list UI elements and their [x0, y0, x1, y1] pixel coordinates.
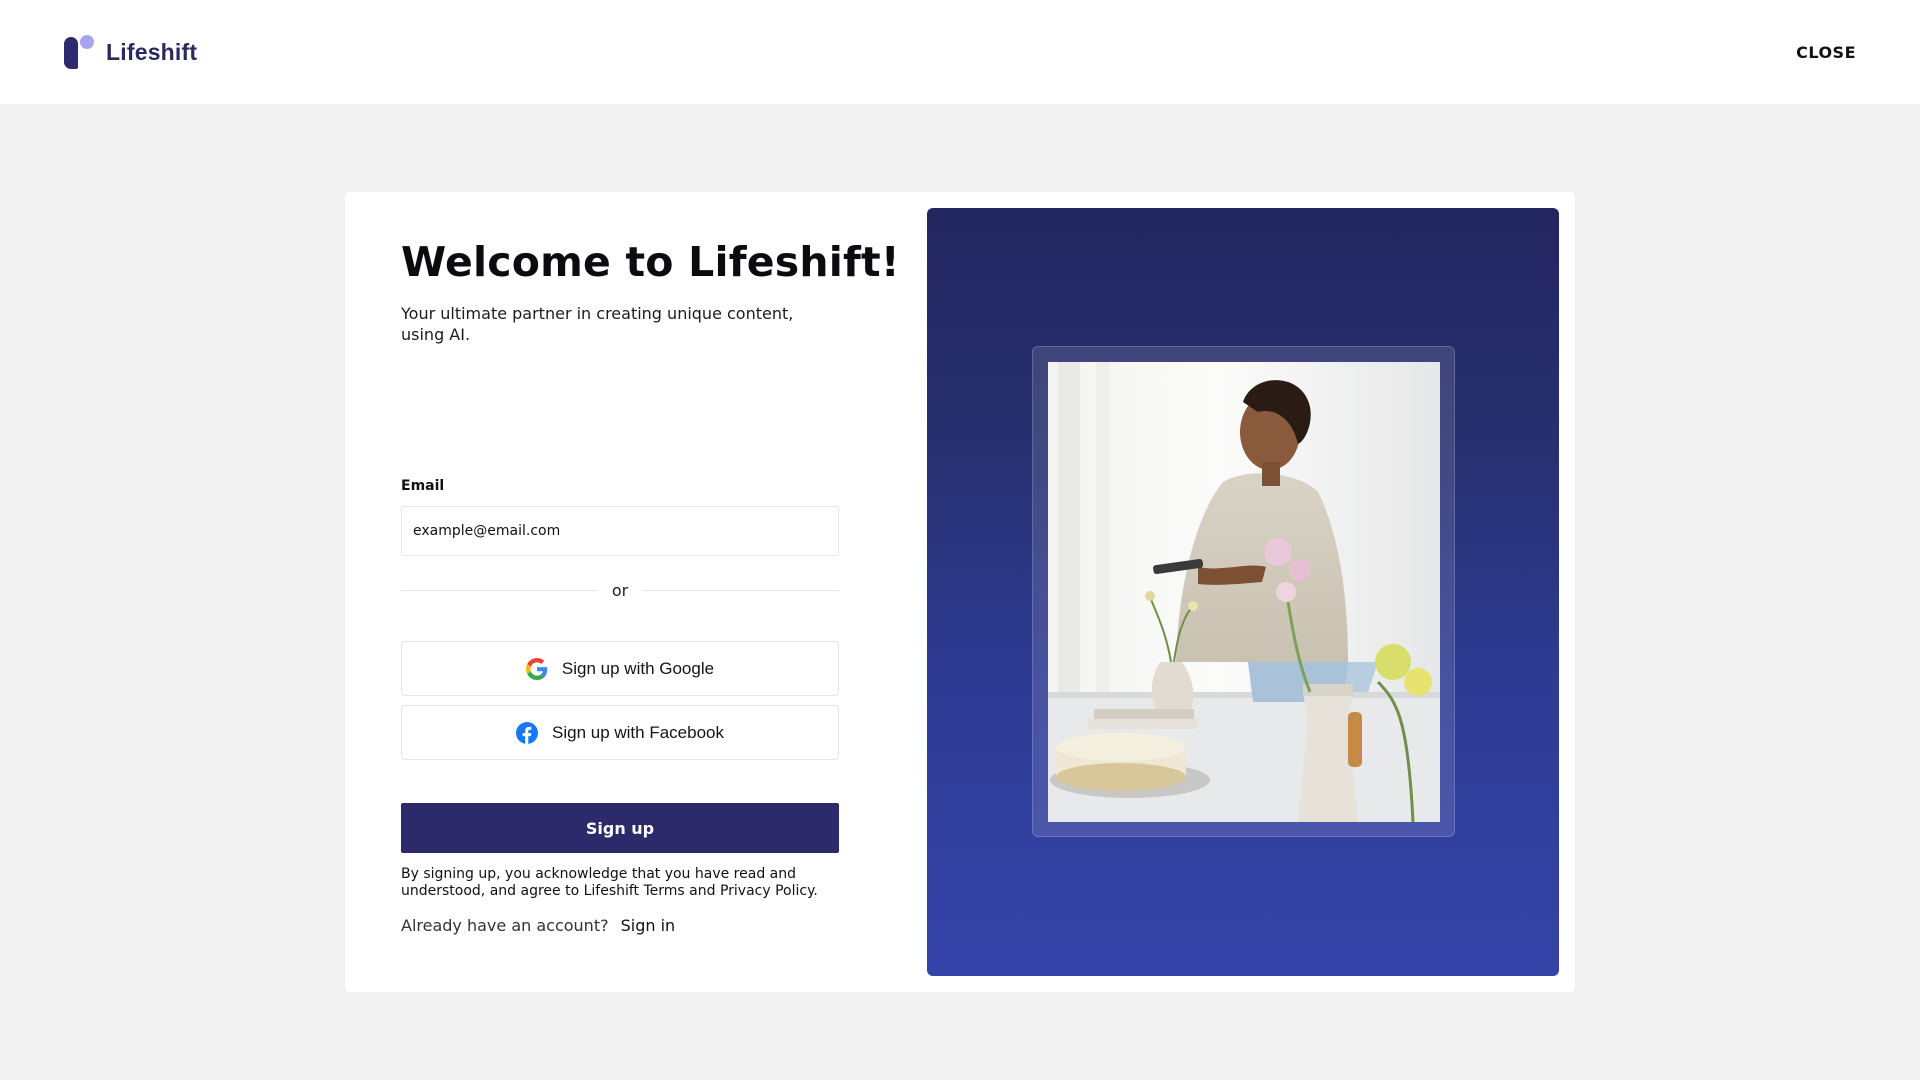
- email-field[interactable]: [401, 506, 839, 556]
- hero-photo: [1048, 362, 1440, 822]
- lifeshift-logo-icon: [64, 34, 96, 70]
- facebook-signup-button[interactable]: Sign up with Facebook: [401, 705, 839, 760]
- signin-prompt: Already have an account?: [401, 916, 609, 935]
- signin-link[interactable]: Sign in: [621, 916, 676, 935]
- brand-name: Lifeshift: [106, 38, 198, 65]
- hero-photo-frame: [1032, 346, 1455, 837]
- signin-row: Already have an account? Sign in: [401, 916, 675, 935]
- google-signup-label: Sign up with Google: [561, 658, 715, 678]
- facebook-signup-label: Sign up with Facebook: [552, 722, 724, 742]
- email-label: Email: [401, 478, 445, 494]
- divider-line-left: [401, 589, 598, 591]
- top-bar: Lifeshift CLOSE: [0, 0, 1920, 104]
- divider-text: or: [611, 580, 629, 600]
- page-title: Welcome to Lifeshift!: [401, 238, 900, 286]
- signup-button[interactable]: Sign up: [401, 803, 839, 853]
- page-subtitle: Your ultimate partner in creating unique…: [401, 304, 794, 344]
- legal-notice: By signing up, you acknowledge that you …: [401, 866, 818, 899]
- signup-card: Welcome to Lifeshift! Your ultimate part…: [345, 192, 1575, 992]
- google-icon: [525, 657, 548, 680]
- brand-logo[interactable]: Lifeshift: [64, 34, 197, 70]
- signup-form: Welcome to Lifeshift! Your ultimate part…: [401, 238, 900, 935]
- close-button[interactable]: CLOSE: [1796, 43, 1856, 62]
- facebook-icon: [516, 721, 538, 744]
- divider-line-right: [642, 589, 839, 591]
- or-divider: or: [401, 579, 839, 601]
- hero-panel: [927, 208, 1559, 976]
- google-signup-button[interactable]: Sign up with Google: [401, 641, 839, 696]
